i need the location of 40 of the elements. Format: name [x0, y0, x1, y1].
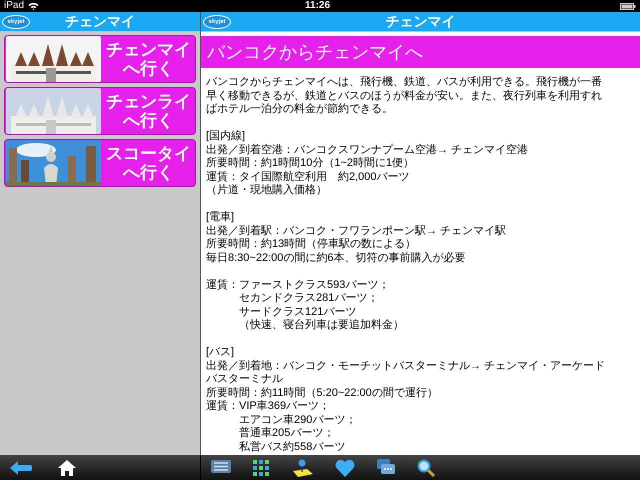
back-icon[interactable] [10, 460, 32, 474]
clock: 11:26 [305, 0, 330, 12]
info-line: 普通車205バーツ； [238, 427, 336, 440]
section-label: [国内線] [206, 130, 246, 144]
info-line: 運賃：タイ国際航空利用 約2,000バーツ [206, 170, 411, 184]
info-line: バスターミナル [206, 373, 284, 386]
heart-icon[interactable] [335, 458, 355, 476]
info-line: エアコン車290バーツ； [238, 414, 358, 426]
info-line: 出発／到着空港：バンコクスワンナプーム空港→ チェンマイ空港 [206, 144, 530, 157]
info-line: （快速、寝台列車は要追加料金） [238, 319, 405, 332]
nav-title: チェンマイ [65, 12, 135, 31]
info-line: 毎日8:30~22:00の間に約6本、切符の事前購入が必要 [206, 252, 466, 265]
map-pin-icon[interactable] [291, 458, 313, 476]
battery-icon [620, 2, 636, 10]
info-line: サードクラス121バーツ [238, 306, 358, 318]
info-line: 出発／到着駅：バンコク・フワランポーン駅→ チェンマイ駅 [206, 224, 508, 238]
device-name: iPad [4, 0, 24, 12]
chat-icon[interactable] [377, 458, 395, 476]
info-line: （片道・現地購入価格） [206, 184, 328, 198]
list-icon[interactable] [211, 460, 231, 475]
destination-button[interactable]: チェンライへ行く [4, 87, 196, 135]
section-label: [バス] [206, 346, 236, 360]
grid-icon[interactable] [253, 460, 269, 476]
info-line: セカンドクラス281バーツ； [238, 292, 380, 306]
info-line: 所要時間：約11時間（5:20~22:00の間で運行） [206, 386, 439, 400]
info-line: 運賃：VIP車369バーツ； [206, 400, 332, 414]
search-icon[interactable] [417, 458, 435, 476]
section-label: [電車] [206, 211, 236, 224]
info-line: 所要時間：約13時間（停車駅の数による） [206, 238, 418, 252]
info-line: 出発／到着地：バンコク・モーチットバスターミナル→ チェンマイ・アーケード [206, 360, 606, 373]
home-icon[interactable] [58, 460, 76, 476]
info-line: 私営バス約558バーツ [238, 440, 346, 454]
info-line: 運賃：ファーストクラス593バーツ； [206, 278, 390, 292]
intro-paragraph: バンコクからチェンマイへは、飛行機、鉄道、バスが利用できる。飛行機が一番早く移動できるが、鉄道とバスのほうが料金が安い。また、夜行列車を利用すればホテル一泊分の料金が節約できる。 [206, 76, 603, 116]
nav-title: チェンマイ [386, 12, 456, 31]
info-line: 所要時間：約1時間10分（1~2時間に1便） [206, 157, 416, 170]
destination-button[interactable]: スコータイへ行く [4, 139, 196, 187]
destination-button[interactable]: チェンマイへ行く [4, 35, 196, 83]
wifi-icon [28, 2, 40, 10]
section-heading: バンコクからチェンマイへ [201, 36, 640, 68]
